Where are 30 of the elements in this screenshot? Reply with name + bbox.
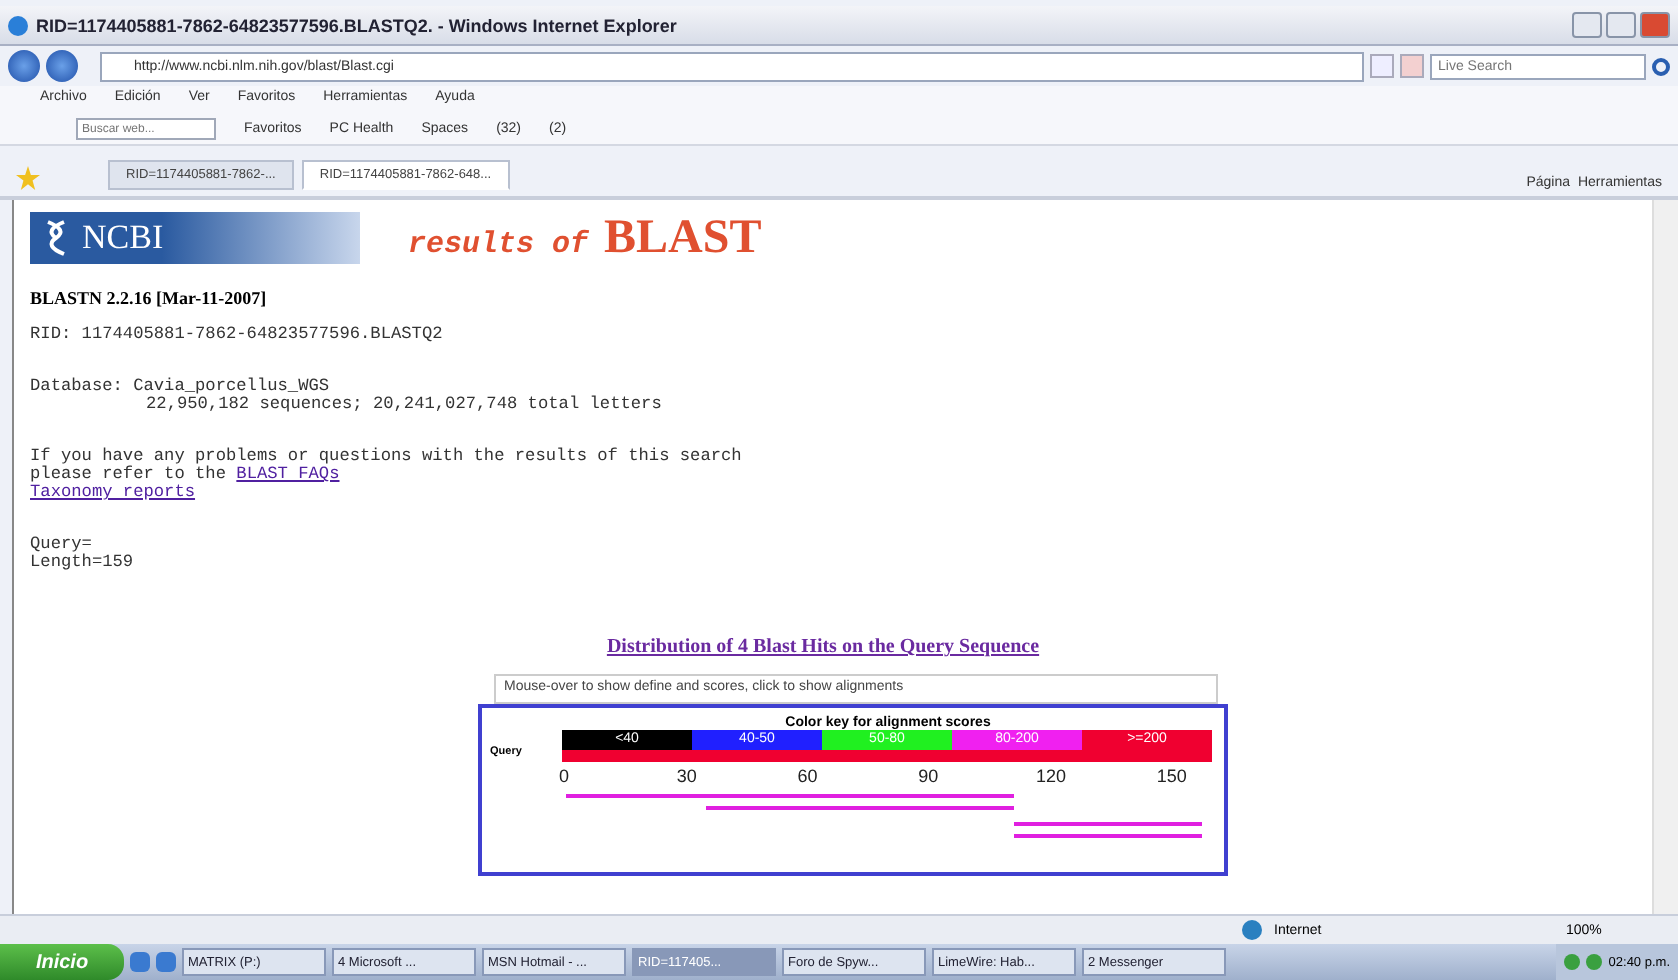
axis-tick-label: 60 [797, 766, 818, 786]
distribution-link[interactable]: Distribution of 4 Blast Hits on the Query Sequence [606, 636, 1040, 658]
results-title-prefix: results of [408, 227, 589, 261]
minimize-button[interactable] [1572, 12, 1602, 38]
query-length: Length=159 [30, 554, 136, 572]
database-text: Database: Cavia_porcellus_WGS [30, 378, 332, 396]
helix-icon [42, 218, 70, 258]
faq-link[interactable]: BLAST FAQs [236, 464, 340, 484]
axis-tick-label: 0 [559, 766, 569, 786]
program-version: BLASTN 2.2.16 [Mar-11-2007] [30, 288, 269, 308]
query-label: Query= [30, 536, 92, 554]
results-title: BLAST [604, 211, 762, 265]
axis-tick-label: 30 [676, 766, 697, 786]
help-text: please refer to the [30, 464, 226, 484]
maximize-button[interactable] [1606, 12, 1636, 38]
axis-tick-label: 150 [1156, 766, 1187, 786]
back-button[interactable] [8, 50, 40, 82]
axis-tick-label: 120 [1036, 766, 1067, 786]
forward-button[interactable] [46, 50, 78, 82]
window-title: RID=1174405881-7862-64823577596.BLASTQ2. - Windows Internet Explorer [36, 15, 679, 35]
rid-text: RID: 1174405881-7862-64823577596.BLASTQ2 [30, 326, 445, 344]
taxonomy-link[interactable]: Taxonomy reports [30, 482, 196, 502]
database-stats: 22,950,182 sequences; 20,241,027,748 total letters [144, 396, 664, 414]
help-text: If you have any problems or questions with the results of this search [30, 448, 744, 466]
ncbi-logo[interactable]: NCBI [30, 212, 360, 264]
scrollbar[interactable] [1652, 200, 1678, 914]
axis-tick-label: 90 [918, 766, 939, 786]
globe-icon [1242, 920, 1262, 940]
search-icon[interactable] [1652, 57, 1670, 75]
close-button[interactable] [1640, 12, 1670, 38]
